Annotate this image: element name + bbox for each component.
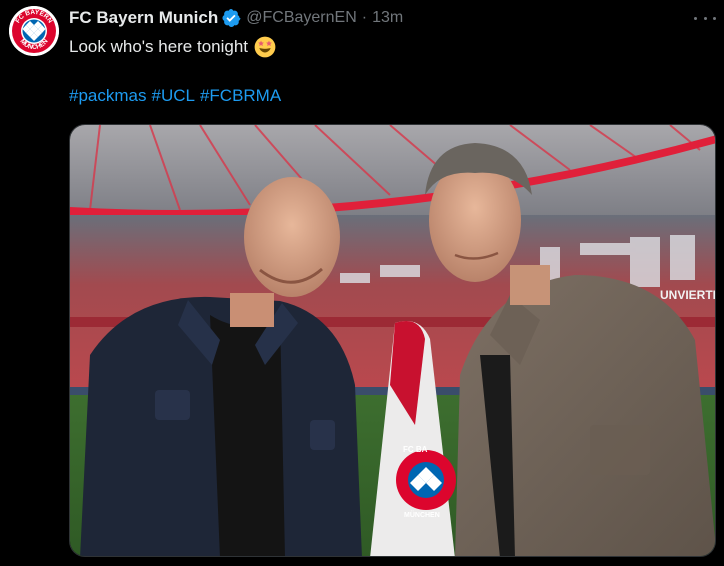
stadium-banner-text: UNVIERTIE (660, 288, 716, 302)
star-struck-emoji-icon (254, 36, 276, 58)
handle[interactable]: @FCBayernEN (246, 9, 357, 27)
hashtag-ucl[interactable]: #UCL (151, 86, 194, 105)
display-name[interactable]: FC Bayern Munich (69, 8, 218, 28)
tweet[interactable]: FC BAYERN MÜNCHEN FC Bayern Munich @FCBa… (0, 0, 724, 566)
tweet-photo[interactable]: UNVIERTIE FC BA MÜ (69, 124, 716, 557)
more-options-icon[interactable] (694, 10, 716, 26)
flag-text-bottom: MÜNCHEN (404, 510, 440, 519)
tweet-text: Look who's here tonight (69, 36, 276, 58)
hashtag-fcbrma[interactable]: #FCBRMA (200, 86, 281, 105)
tweet-header: FC Bayern Munich @FCBayernEN · 13m (69, 6, 403, 30)
timestamp[interactable]: 13m (372, 9, 403, 27)
verified-badge-icon[interactable] (221, 8, 241, 28)
photo-stadium-scene: UNVIERTIE FC BA MÜ (70, 125, 716, 556)
tweet-text-body: Look who's here tonight (69, 37, 249, 56)
flag-text-top: FC BA (403, 445, 428, 454)
hashtag-packmas[interactable]: #packmas (69, 86, 146, 105)
separator: · (361, 9, 368, 26)
hashtag-list: #packmas #UCL #FCBRMA (69, 86, 286, 106)
avatar[interactable]: FC BAYERN MÜNCHEN (9, 6, 59, 56)
fc-bayern-logo: FC BAYERN MÜNCHEN (9, 6, 59, 56)
